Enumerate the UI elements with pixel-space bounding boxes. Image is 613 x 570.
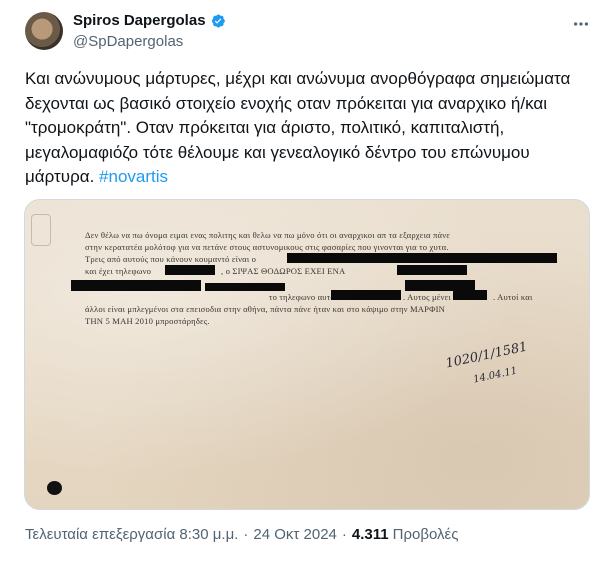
avatar[interactable] <box>25 12 63 50</box>
tweet-text: Και ανώνυμους μάρτυρες, μέχρι και ανώνυμ… <box>25 67 595 190</box>
edited-label[interactable]: Τελευταία επεξεργασία 8:30 μ.μ. <box>25 526 238 543</box>
document-line: και έχει τηλεφωνο <box>85 266 152 276</box>
redaction-bar <box>287 253 557 263</box>
document-line: Τρεις από αυτούς που κάνουν κουμαντό είν… <box>85 254 257 264</box>
redaction-bar <box>205 283 285 291</box>
verified-badge-icon <box>210 13 226 29</box>
document-line: . Αυτος μένει <box>403 292 451 302</box>
redaction-bar <box>397 265 467 275</box>
document-line: . Αυτοί και <box>493 292 533 302</box>
hashtag-link[interactable]: #novartis <box>99 167 168 186</box>
author-display-name[interactable]: Spiros Dapergolas <box>73 12 206 29</box>
redaction-bar <box>331 290 401 300</box>
tweet-date[interactable]: 24 Οκτ 2024 <box>253 526 336 543</box>
document-line: ΤΗΝ 5 ΜΑΗ 2010 μπροστάρηδες. <box>85 316 210 326</box>
document-line: , ο ΣΙΨΑΣ ΘΟΔΩΡΟΣ ΕΧΕΙ ΕΝΑ <box>221 266 346 276</box>
document-line: στην κερατατέα μολότοφ για να πετάνε στο… <box>85 242 449 252</box>
redaction-bar <box>453 290 487 300</box>
tweet: Spiros Dapergolas @SpDapergolas Και ανών… <box>0 0 613 570</box>
corner-stamp <box>31 214 51 246</box>
tweet-footer: Τελευταία επεξεργασία 8:30 μ.μ. · 24 Οκτ… <box>25 526 458 543</box>
views-count: 4.311 <box>351 526 389 543</box>
document-line: άλλοι είναι μπλεγμένοι στα επεισοδια στη… <box>85 304 445 314</box>
ink-blot <box>47 481 62 495</box>
footer-separator: · <box>341 526 347 543</box>
author-handle[interactable]: @SpDapergolas <box>73 33 183 50</box>
redaction-bar <box>71 280 201 291</box>
author-name-row: Spiros Dapergolas <box>73 12 226 29</box>
views-label: Προβολές <box>392 526 459 543</box>
more-options-icon[interactable] <box>571 14 591 34</box>
footer-separator: · <box>243 526 249 543</box>
redaction-bar <box>165 265 215 275</box>
document-line: Δεν θέλω να πω όνομα ειμαι ενας πολιτης … <box>85 230 451 240</box>
tweet-image[interactable]: Δεν θέλω να πω όνομα ειμαι ενας πολιτης … <box>24 199 590 510</box>
